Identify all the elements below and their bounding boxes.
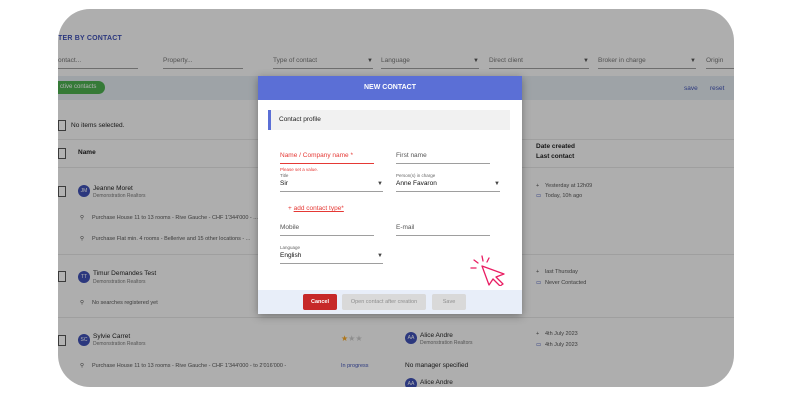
name-field[interactable]: Name / Company name * [280, 152, 374, 164]
screenshot-frame: TER BY CONTACT ontact... Property... Typ… [58, 9, 734, 387]
chevron-down-icon: ▼ [377, 253, 383, 259]
language-label: Language [280, 245, 301, 250]
mobile-placeholder: Mobile [280, 224, 300, 231]
language-value: English [280, 252, 302, 259]
contact-profile-section: Contact profile [268, 110, 510, 130]
title-select[interactable]: Sir ▼ [280, 180, 383, 192]
name-error: Please set a value. [280, 167, 319, 172]
dialog-footer: Cancel Open contact after creation Save [258, 290, 522, 314]
cancel-button[interactable]: Cancel [303, 294, 337, 310]
pointer-click-icon [470, 255, 505, 286]
section-title: Contact profile [279, 116, 321, 123]
name-field-placeholder: Name / Company name * [280, 152, 353, 159]
persons-value: Anne Favaron [396, 180, 437, 187]
open-after-creation-button[interactable]: Open contact after creation [342, 294, 426, 310]
add-contact-type-link[interactable]: + add contact type* [288, 205, 344, 212]
add-contact-type-label: add contact type* [293, 205, 344, 212]
chevron-down-icon: ▼ [377, 181, 383, 187]
new-contact-dialog: NEW CONTACT Contact profile Name / Compa… [258, 76, 522, 314]
first-name-placeholder: First name [396, 152, 427, 159]
chevron-down-icon: ▼ [494, 181, 500, 187]
persons-label: Person(s) in charge [396, 173, 436, 178]
language-select[interactable]: English ▼ [280, 252, 383, 264]
contacts-page: TER BY CONTACT ontact... Property... Typ… [58, 9, 734, 387]
email-field[interactable]: E-mail [396, 224, 490, 236]
email-placeholder: E-mail [396, 224, 415, 231]
persons-in-charge-select[interactable]: Anne Favaron ▼ [396, 180, 500, 192]
title-value: Sir [280, 180, 288, 187]
first-name-field[interactable]: First name [396, 152, 490, 164]
title-label: Title [280, 173, 289, 178]
save-button[interactable]: Save [432, 294, 466, 310]
mobile-field[interactable]: Mobile [280, 224, 374, 236]
dialog-title: NEW CONTACT [258, 76, 522, 100]
